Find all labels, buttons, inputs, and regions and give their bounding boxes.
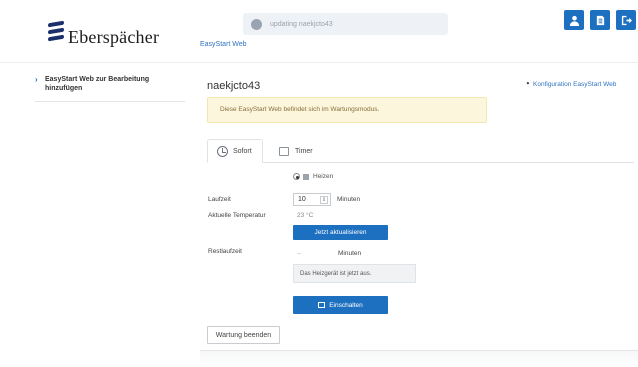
eberspaecher-logo[interactable]: Eberspächer — [48, 20, 159, 46]
sidebar: › EasyStart Web zur Bearbeitung hinzufüg… — [35, 75, 185, 102]
user-icon — [569, 15, 579, 26]
footer-area — [200, 351, 638, 367]
clock-icon — [217, 145, 228, 157]
heat-mode-label: Heizen — [313, 173, 334, 180]
sidebar-item-add-easystart[interactable]: › EasyStart Web zur Bearbeitung hinzufüg… — [35, 75, 185, 102]
laufzeit-label: Laufzeit — [208, 196, 231, 203]
user-button[interactable] — [564, 10, 584, 30]
tab-sofort[interactable]: Sofort — [207, 139, 263, 163]
spinner-icon — [251, 18, 262, 30]
tab-timer-label: Timer — [295, 147, 313, 155]
spinner-arrows-icon[interactable]: ⇕ — [320, 196, 328, 204]
heater-status-box: Das Heizgerät ist jetzt aus. — [293, 264, 416, 283]
header-divider — [0, 62, 638, 63]
app-link-easystart[interactable]: EasyStart Web — [200, 41, 247, 48]
einschalten-button[interactable]: Einschalten — [293, 296, 388, 314]
restlaufzeit-label: Restlaufzeit — [208, 248, 242, 255]
document-button[interactable] — [590, 10, 610, 30]
chevron-right-icon: › — [35, 75, 38, 84]
einschalten-label: Einschalten — [329, 301, 363, 309]
restlaufzeit-unit: Minuten — [338, 250, 362, 257]
tab-timer[interactable]: Timer — [273, 139, 333, 163]
update-status-pill: updating naekjcto43 — [243, 13, 448, 35]
heat-mode-radio[interactable]: Heizen — [293, 173, 333, 180]
maintenance-alert: Diese EasyStart Web befindet sich im War… — [207, 97, 487, 123]
radio-button[interactable] — [293, 173, 300, 180]
brand-name: Eberspächer — [68, 27, 160, 47]
app-header: Eberspächer EasyStart Web updating naekj… — [0, 0, 638, 62]
config-link[interactable]: Konfiguration EasyStart Web — [523, 81, 616, 88]
document-icon — [596, 15, 604, 25]
laufzeit-input[interactable]: 10 ⇕ — [293, 193, 331, 206]
logout-button[interactable] — [616, 10, 636, 30]
end-maintenance-button[interactable]: Wartung beenden — [207, 326, 280, 344]
page-title: naekjcto43 — [207, 80, 261, 92]
tab-sofort-label: Sofort — [233, 147, 252, 155]
logout-icon — [621, 15, 632, 25]
config-link-label: Konfiguration EasyStart Web — [533, 81, 617, 88]
laufzeit-unit: Minuten — [337, 196, 361, 203]
wrench-icon — [523, 81, 530, 88]
restlaufzeit-value: -- — [297, 250, 302, 257]
laufzeit-value: 10 — [298, 196, 306, 203]
refresh-button[interactable]: Jetzt aktualisieren — [293, 225, 388, 240]
power-icon — [318, 302, 326, 308]
update-status-text: updating naekjcto43 — [270, 20, 333, 28]
temperature-label: Aktuelle Temperatur — [208, 212, 266, 219]
sidebar-item-label: EasyStart Web zur Bearbeitung hinzufügen — [45, 76, 150, 92]
heating-icon — [303, 173, 309, 180]
calendar-icon — [279, 146, 289, 156]
temperature-value: 23 °C — [297, 212, 314, 219]
mode-tabs: Sofort Timer — [207, 139, 634, 163]
logo-mark-icon — [48, 20, 64, 46]
